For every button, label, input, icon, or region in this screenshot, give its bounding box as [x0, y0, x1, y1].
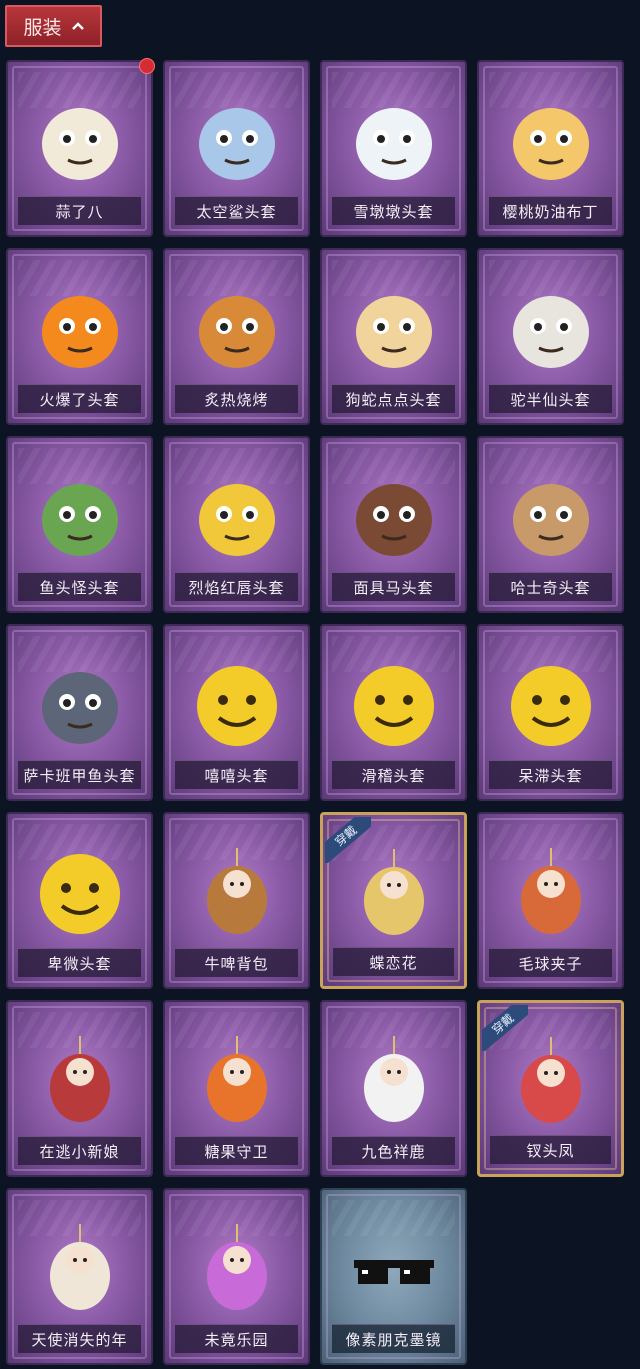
costume-card[interactable]: 驼半仙头套 — [477, 248, 624, 425]
costume-name: 在逃小新娘 — [18, 1136, 141, 1165]
worn-badge: 穿戴 — [325, 817, 371, 863]
worn-badge-label: 穿戴 — [325, 817, 371, 863]
costume-card[interactable]: 滑稽头套 — [320, 624, 467, 801]
costume-card[interactable]: 太空鲨头套 — [163, 60, 310, 237]
costume-name: 像素朋克墨镜 — [332, 1324, 455, 1353]
chevron-up-icon — [71, 22, 84, 30]
costume-grid: 蒜了八 太空鲨头套 雪墩墩头套 樱桃奶油布丁火爆了头套 炙热烧烤 狗蛇点点头套 驼半仙头套鱼… — [6, 58, 624, 1365]
costume-tab[interactable]: 服装 — [5, 5, 102, 47]
bear-sunglasses-head-icon — [512, 296, 589, 368]
costume-card[interactable]: 雪墩墩头套 — [320, 60, 467, 237]
deer-charm-icon — [363, 1036, 424, 1122]
costume-card[interactable]: 狗蛇点点头套 — [320, 248, 467, 425]
costume-card[interactable]: 像素朋克墨镜 — [320, 1188, 467, 1365]
costume-name: 火爆了头套 — [18, 384, 141, 413]
costume-name: 钗头凤 — [490, 1135, 611, 1164]
angel-doll-icon — [49, 1224, 110, 1310]
costume-card[interactable]: 鱼头怪头套 — [6, 436, 153, 613]
costume-name: 太空鲨头套 — [175, 196, 298, 225]
costume-name: 牛啤背包 — [175, 948, 298, 977]
costume-name: 滑稽头套 — [332, 760, 455, 789]
costume-card[interactable]: 呆滞头套 — [477, 624, 624, 801]
pumpkin-charm-icon — [206, 1036, 267, 1122]
pika-mask-head-icon — [198, 484, 275, 556]
snowman-head-icon — [355, 108, 432, 180]
pixel-sunglasses-icon — [353, 1260, 434, 1284]
costume-name: 卑微头套 — [18, 948, 141, 977]
stare-emoji-head-icon — [510, 666, 591, 746]
costume-name: 蝶恋花 — [333, 947, 454, 976]
costume-card[interactable]: 哈士奇头套 — [477, 436, 624, 613]
costume-name: 烈焰红唇头套 — [175, 572, 298, 601]
costume-name: 面具马头套 — [332, 572, 455, 601]
costume-name: 樱桃奶油布丁 — [489, 196, 612, 225]
new-dot-badge — [139, 58, 155, 74]
costume-card[interactable]: 牛啤背包 — [163, 812, 310, 989]
bride-lantern-icon — [49, 1036, 110, 1122]
smirk-emoji-head-icon — [353, 666, 434, 746]
space-shark-head-icon — [198, 108, 275, 180]
humble-emoji-head-icon — [39, 854, 120, 934]
costume-card[interactable]: 面具马头套 — [320, 436, 467, 613]
costume-card[interactable]: 萨卡班甲鱼头套 — [6, 624, 153, 801]
husky-head-icon — [512, 484, 589, 556]
bbq-head-icon — [198, 296, 275, 368]
costume-tab-label: 服装 — [23, 16, 62, 39]
carnival-doll-icon — [206, 1224, 267, 1310]
costume-name: 雪墩墩头套 — [332, 196, 455, 225]
costume-card[interactable]: 天使消失的年 — [6, 1188, 153, 1365]
costume-card[interactable]: 穿戴钗头凤 — [477, 1000, 624, 1177]
costume-card[interactable]: 卑微头套 — [6, 812, 153, 989]
horse-head-icon — [355, 484, 432, 556]
costume-card[interactable]: 蒜了八 — [6, 58, 155, 237]
fire-head-icon — [41, 296, 118, 368]
costume-name: 未竟乐园 — [175, 1324, 298, 1353]
costume-card[interactable]: 穿戴蝶恋花 — [320, 812, 467, 989]
worn-badge-label: 穿戴 — [482, 1005, 528, 1051]
costume-name: 九色祥鹿 — [332, 1136, 455, 1165]
costume-card[interactable]: 毛球夹子 — [477, 812, 624, 989]
costume-name: 驼半仙头套 — [489, 384, 612, 413]
costume-name: 毛球夹子 — [489, 948, 612, 977]
fish-round-head-icon — [41, 672, 118, 744]
costume-card[interactable]: 火爆了头套 — [6, 248, 153, 425]
beer-cow-backpack-icon — [206, 848, 267, 934]
costume-name: 糖果守卫 — [175, 1136, 298, 1165]
costume-name: 哈士奇头套 — [489, 572, 612, 601]
raccoon-clip-icon — [520, 848, 581, 934]
costume-name: 鱼头怪头套 — [18, 572, 141, 601]
costume-name: 蒜了八 — [18, 196, 141, 225]
costume-card[interactable]: 嘻嘻头套 — [163, 624, 310, 801]
costume-name: 嘻嘻头套 — [175, 760, 298, 789]
grin-emoji-head-icon — [196, 666, 277, 746]
costume-card[interactable]: 烈焰红唇头套 — [163, 436, 310, 613]
costume-name: 萨卡班甲鱼头套 — [18, 760, 141, 789]
costume-card[interactable]: 糖果守卫 — [163, 1000, 310, 1177]
fish-head-icon — [41, 484, 118, 556]
costume-name: 呆滞头套 — [489, 760, 612, 789]
worn-badge: 穿戴 — [482, 1005, 528, 1051]
costume-card[interactable]: 未竟乐园 — [163, 1188, 310, 1365]
costume-name: 天使消失的年 — [18, 1324, 141, 1353]
costume-card[interactable]: 樱桃奶油布丁 — [477, 60, 624, 237]
costume-card[interactable]: 在逃小新娘 — [6, 1000, 153, 1177]
dog-snake-head-icon — [355, 296, 432, 368]
costume-name: 炙热烧烤 — [175, 384, 298, 413]
garlic-head-icon — [41, 108, 118, 180]
pudding-head-icon — [512, 108, 589, 180]
costume-name: 狗蛇点点头套 — [332, 384, 455, 413]
costume-card[interactable]: 九色祥鹿 — [320, 1000, 467, 1177]
costume-card[interactable]: 炙热烧烤 — [163, 248, 310, 425]
